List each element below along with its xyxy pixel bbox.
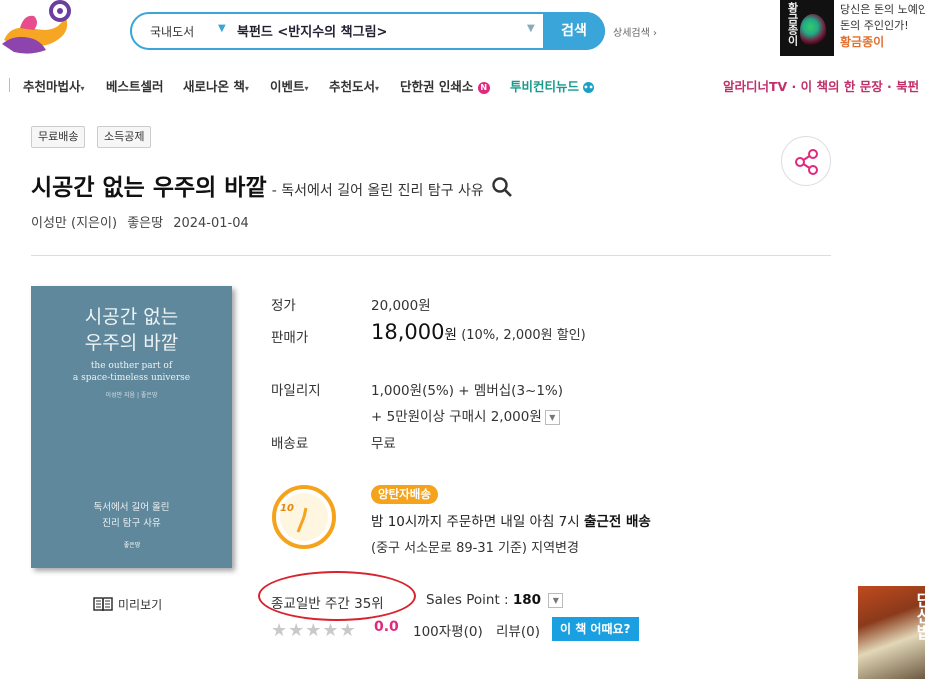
banner-book-title: 황금종이	[786, 2, 799, 46]
delivery-info: 밤 10시까지 주문하면 내일 아침 7시 출근전 배송	[371, 514, 651, 530]
chevron-down-icon: ▾	[304, 84, 309, 93]
cover-publisher-mark: 좋은땅	[123, 542, 141, 549]
banner-skull-illustration	[800, 14, 826, 46]
chevron-down-icon: ▾	[80, 84, 85, 93]
cover-subtitle: 독서에서 길어 올린 진리 탐구 사유	[93, 502, 170, 529]
cover-title: 시공간 없는 우주의 바깥	[84, 306, 179, 354]
delivery-highlight: 출근전 배송	[583, 514, 651, 530]
book-publisher[interactable]: 좋은땅	[127, 216, 163, 231]
side-ad-book-image[interactable]: 단신밥	[858, 586, 925, 679]
delivery-location[interactable]: (중구 서소문로 89-31 기준) 지역변경	[371, 537, 579, 556]
book-open-icon	[93, 597, 113, 612]
advanced-search-link[interactable]: 상세검색 ›	[613, 24, 657, 39]
cover-author: 이성만 지음 | 좋은땅	[105, 392, 158, 399]
more-badge: •••	[583, 82, 599, 93]
mileage-line2: + 5만원이상 구매시 2,000원 ▼	[371, 405, 560, 425]
banner-text[interactable]: 당신은 돈의 노예인 돈의 주인인가! 황금종이	[840, 2, 925, 50]
annotation-circle	[258, 571, 416, 621]
book-author[interactable]: 이성만 (지은이)	[31, 216, 117, 231]
mileage-label: 마일리지	[271, 383, 321, 399]
sales-point-expand-button[interactable]: ▼	[548, 593, 564, 608]
tag-free-shipping: 무료배송	[31, 126, 86, 148]
chevron-down-icon: ▾	[375, 84, 380, 93]
shipping-label: 배송료	[271, 436, 309, 452]
nav-item-tobecontinued[interactable]: 투비컨티뉴드 •••	[510, 76, 599, 95]
rating-stars: ★★★★★	[271, 620, 357, 641]
nav-item-new-books[interactable]: 새로나온 책▾	[183, 76, 249, 95]
sale-price: 18,000원 (10%, 2,000원 할인)	[371, 320, 586, 344]
nav-item-events[interactable]: 이벤트▾	[270, 76, 309, 95]
new-badge: N	[477, 81, 490, 94]
sale-price-label: 판매가	[271, 330, 309, 346]
banner-line1: 당신은 돈의 노예인	[840, 3, 925, 16]
mileage-line1: 1,000원(5%) + 멤버십(3~1%)	[371, 383, 564, 399]
book-title: 시공간 없는 우주의 바깥	[31, 175, 267, 201]
sales-point-value: 180	[512, 592, 542, 608]
banner-book-image[interactable]: 황금종이	[780, 0, 834, 56]
book-title-row: 시공간 없는 우주의 바깥 - 독서에서 길어 올린 진리 탐구 사유	[31, 168, 513, 202]
search-button[interactable]: 검색	[543, 12, 605, 50]
nav-item-recommend-wizard[interactable]: 추천마법사▾	[23, 76, 85, 95]
nav-item-single-print[interactable]: 단한권 인쇄소 N	[400, 76, 490, 95]
chevron-down-icon: ▾	[244, 84, 249, 93]
search-history-dropdown-icon[interactable]: ▼	[527, 23, 535, 34]
sale-price-number: 18,000	[371, 320, 445, 344]
rating-value: 0.0	[374, 619, 399, 635]
review-count[interactable]: 리뷰(0)	[496, 620, 540, 640]
cover-english-title: the outher part of a space-timeless univ…	[72, 361, 191, 383]
sales-point: Sales Point : 180 ▼	[426, 592, 564, 608]
book-cover-image[interactable]: 시공간 없는 우주의 바깥 the outher part of a space…	[31, 286, 232, 568]
chevron-down-icon[interactable]: ▼	[218, 23, 226, 34]
aladin-logo[interactable]	[0, 0, 76, 56]
share-button[interactable]	[781, 136, 831, 186]
main-nav: 추천마법사▾ 베스트셀러 새로나온 책▾ 이벤트▾ 추천도서▾ 단한권 인쇄소 …	[0, 72, 925, 98]
book-date: 2024-01-04	[173, 216, 249, 231]
banner-brand: 황금종이	[840, 35, 885, 49]
sale-price-discount: (10%, 2,000원 할인)	[461, 328, 586, 343]
clock-number: 10	[280, 503, 294, 514]
search-icon[interactable]	[491, 176, 513, 198]
sale-price-unit: 원	[444, 327, 457, 343]
search-input[interactable]	[237, 18, 522, 42]
book-meta: 이성만 (지은이) 좋은땅 2024-01-04	[31, 212, 255, 231]
search-category-select[interactable]: 국내도서	[150, 23, 194, 40]
side-ad-title: 단신밥	[913, 592, 925, 640]
preview-button[interactable]: 미리보기	[93, 596, 162, 613]
nav-item-bestseller[interactable]: 베스트셀러	[106, 76, 164, 95]
mileage-expand-button[interactable]: ▼	[544, 410, 560, 425]
divider	[31, 255, 831, 256]
list-price-value: 20,000원	[371, 298, 431, 314]
shipping-value: 무료	[371, 436, 396, 452]
search-bar: 국내도서 ▼ ▼ 검색	[130, 12, 605, 50]
list-price-label: 정가	[271, 298, 296, 314]
tag-tax-deduction: 소득공제	[97, 126, 152, 148]
preview-label: 미리보기	[118, 598, 163, 612]
delivery-badge: 양탄자배송	[371, 485, 438, 504]
nav-item-recommended[interactable]: 추천도서▾	[329, 76, 379, 95]
ask-opinion-button[interactable]: 이 책 어때요?	[552, 617, 639, 641]
short-review-count[interactable]: 100자평(0)	[413, 620, 483, 640]
share-icon	[795, 149, 818, 175]
banner-line2: 돈의 주인인가!	[840, 19, 909, 32]
nav-right-links[interactable]: 알라디너TV · 이 책의 한 문장 · 북펀	[723, 76, 919, 95]
book-subtitle: - 독서에서 길어 올린 진리 탐구 사유	[271, 183, 484, 199]
delivery-clock-icon: 10	[272, 485, 336, 549]
